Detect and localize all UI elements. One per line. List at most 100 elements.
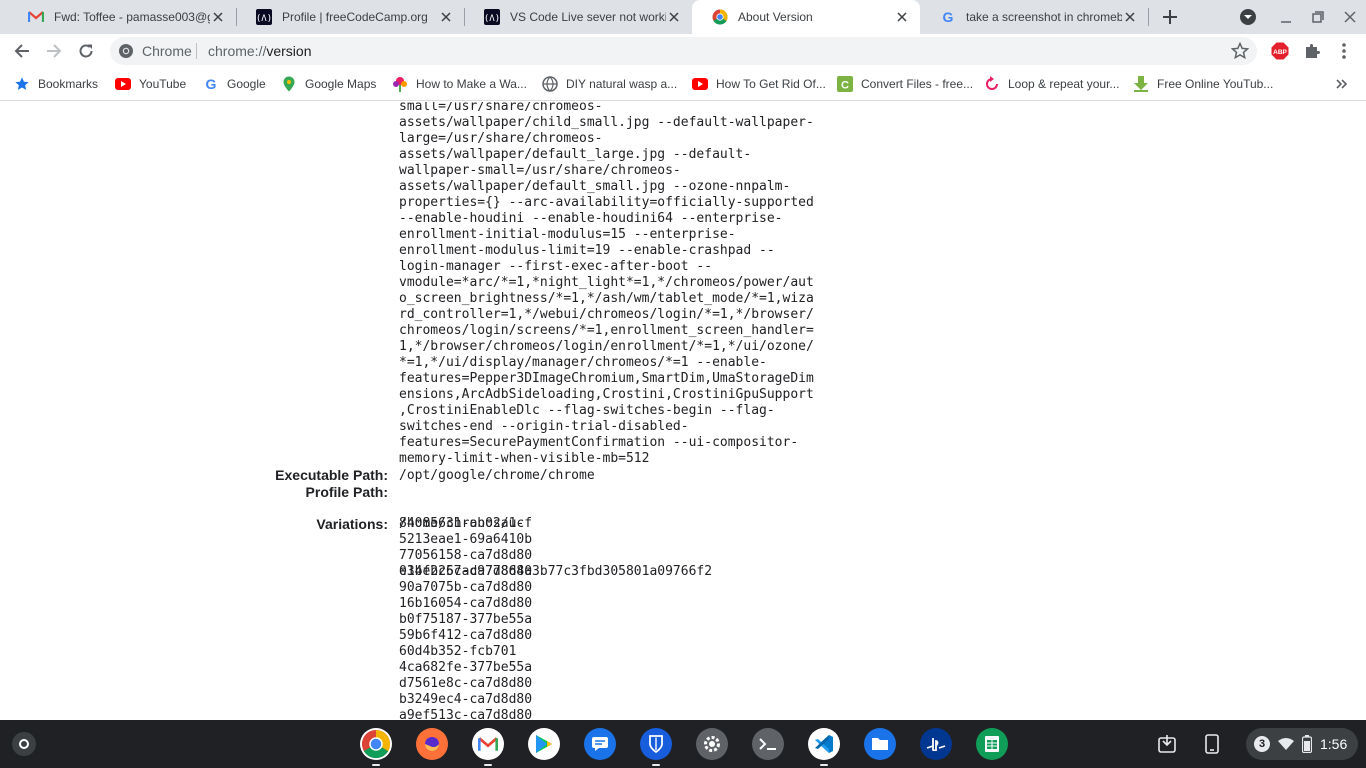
command-line-value: small=/usr/share/chromeos-assets/wallpap…: [399, 102, 814, 467]
convert-icon: C: [837, 76, 853, 92]
restore-button[interactable]: [1306, 5, 1330, 29]
svg-text:G: G: [206, 76, 217, 92]
minimize-button[interactable]: [1274, 5, 1298, 29]
bookmark-item[interactable]: How To Get Rid Of...: [692, 76, 826, 92]
gmail-icon[interactable]: [472, 728, 504, 766]
command-line-segment: large=/usr/share/chromeos-: [399, 131, 603, 146]
chrome-icon: [712, 9, 728, 25]
variation-id: 4ca682fe-377be55a: [399, 660, 533, 675]
bookmark-item[interactable]: Loop & repeat your...: [984, 76, 1119, 92]
executable-path-value: /opt/google/chrome/chrome: [399, 468, 595, 483]
tab-about-version[interactable]: About Version: [692, 0, 920, 34]
command-line-segment: chromeos/login/screens/*=1,enrollment_sc…: [399, 323, 814, 338]
tab-screenshot-search[interactable]: G take a screenshot in chromebook: [920, 0, 1148, 34]
double-chevron-right-icon: [1336, 79, 1348, 89]
bookmark-item[interactable]: YouTube: [115, 76, 186, 92]
bitwarden-icon[interactable]: [640, 728, 672, 766]
svg-text:(Λ): (Λ): [484, 14, 500, 24]
tab-title: About Version: [738, 10, 813, 24]
adblock-extension-button[interactable]: ABP: [1268, 39, 1292, 63]
new-tab-button[interactable]: [1158, 5, 1182, 29]
messages-icon[interactable]: [584, 728, 616, 760]
phone-hub-button[interactable]: [1200, 732, 1224, 756]
command-line-segment: --enable-houdini --enable-houdini64 --en…: [399, 211, 783, 226]
variation-id: 5213eae1-69a6410b: [399, 532, 533, 547]
variation-id: a9ef513c-ca7d8d80: [399, 708, 533, 720]
bookmark-item[interactable]: Google Maps: [281, 76, 376, 92]
command-line-segment: wallpaper-small=/usr/share/chromeos-: [399, 163, 681, 178]
svg-text:C: C: [841, 80, 849, 92]
tab-search-button[interactable]: [1236, 5, 1260, 29]
close-icon[interactable]: [210, 9, 226, 25]
tab-title: Profile | freeCodeCamp.org: [282, 10, 428, 24]
variations-label: Variations:: [316, 516, 388, 532]
gmail-icon: [28, 9, 44, 25]
variation-id: 90a7075b-ca7d8d80: [399, 580, 533, 595]
notification-count-badge: 3: [1254, 736, 1270, 752]
variation-id: b0f75187-377be55a: [399, 612, 533, 627]
reload-button[interactable]: [74, 39, 98, 63]
command-line-segment: enrollment-modulus-limit=19 --enable-cra…: [399, 243, 775, 258]
chrome-icon: [119, 44, 133, 58]
profile-path-label: Profile Path:: [305, 484, 388, 500]
close-icon: [1344, 11, 1356, 23]
command-line-segment: 1,*/browser/chromeos/login/enrollment/*=…: [399, 339, 814, 354]
holding-space-button[interactable]: [1155, 732, 1179, 756]
command-line-segment: enrollment-initial-modulus=15 --enterpri…: [399, 227, 736, 242]
extensions-button[interactable]: [1300, 39, 1324, 63]
settings-icon[interactable]: [696, 728, 728, 760]
close-icon[interactable]: [894, 9, 910, 25]
command-line-segment: login-manager --first-exec-after-boot --: [399, 259, 713, 274]
chrome-menu-button[interactable]: [1332, 39, 1356, 63]
command-line-segment: ensions,ArcAdbSideloading,Crostini,Crost…: [399, 387, 814, 402]
back-arrow-icon: [14, 44, 29, 58]
bookmark-item[interactable]: How to Make a Wa...: [392, 76, 527, 92]
back-button[interactable]: [10, 39, 34, 63]
close-window-button[interactable]: [1338, 5, 1362, 29]
chrome-icon[interactable]: [360, 728, 392, 766]
variation-id: 59b6f412-ca7d8d80: [399, 628, 533, 643]
reload-icon: [79, 44, 93, 58]
tab-vscode-live-server[interactable]: (Λ) VS Code Live sever not working: [464, 0, 692, 34]
playstation-icon[interactable]: [920, 728, 952, 760]
launcher-button[interactable]: [12, 732, 36, 756]
tab-title: VS Code Live sever not working: [510, 10, 666, 24]
firefox-icon[interactable]: [416, 728, 448, 760]
sheets-icon[interactable]: [976, 728, 1008, 760]
close-icon[interactable]: [438, 9, 454, 25]
files-icon[interactable]: [864, 728, 896, 760]
command-line-segment: vmodule=*arc/*=1,*night_light*=1,*/chrom…: [399, 275, 814, 290]
bookmark-star-icon[interactable]: [1231, 42, 1249, 60]
loop-icon: [984, 76, 1000, 92]
bookmark-item[interactable]: C Convert Files - free...: [837, 76, 973, 92]
play-store-icon[interactable]: [528, 728, 560, 760]
bookmarks-bar: Bookmarks YouTube G Google Google Maps H…: [0, 68, 1366, 101]
download-tray-icon: [1158, 735, 1176, 753]
tab-freecodecamp-profile[interactable]: (Λ) Profile | freeCodeCamp.org: [236, 0, 464, 34]
adblock-icon: ABP: [1271, 42, 1289, 60]
page-content: small=/usr/share/chromeos-assets/wallpap…: [0, 102, 1366, 720]
command-line-segment: ,CrostiniEnableDlc --flag-switches-begin…: [399, 403, 775, 418]
tab-title: take a screenshot in chromebook: [966, 10, 1122, 24]
command-line-segment: *=1,*/ui/display/manager/chromeos/*=1 --…: [399, 355, 767, 370]
status-area[interactable]: 3 1:56: [1246, 728, 1358, 760]
forward-button[interactable]: [42, 39, 66, 63]
bookmark-item[interactable]: Free Online YouTub...: [1133, 76, 1273, 92]
bookmark-item[interactable]: G Google: [203, 76, 266, 92]
executable-path-label: Executable Path:: [275, 467, 388, 483]
minimize-icon: [1281, 21, 1291, 23]
command-line-segment: rd_controller=1,*/webui/chromeos/login/*…: [399, 307, 814, 322]
google-icon: G: [940, 9, 956, 25]
close-icon[interactable]: [666, 9, 682, 25]
bookmarks-overflow-button[interactable]: [1336, 76, 1348, 92]
address-bar[interactable]: Chrome chrome://version: [110, 37, 1257, 65]
command-line-segment: o_screen_brightness/*=1,*/ash/wm/tablet_…: [399, 291, 814, 306]
bookmark-item[interactable]: DIY natural wasp a...: [542, 76, 677, 92]
command-line-segment: assets/wallpaper/default_large.jpg --def…: [399, 147, 752, 162]
bookmark-item[interactable]: Bookmarks: [14, 76, 98, 92]
close-icon[interactable]: [1122, 9, 1138, 25]
tab-gmail[interactable]: Fwd: Toffee - pamasse003@gmail.com: [8, 0, 236, 34]
command-line-segment: assets/wallpaper/child_small.jpg --defau…: [399, 115, 814, 130]
terminal-icon[interactable]: [752, 728, 784, 760]
vscode-icon[interactable]: [808, 728, 840, 766]
